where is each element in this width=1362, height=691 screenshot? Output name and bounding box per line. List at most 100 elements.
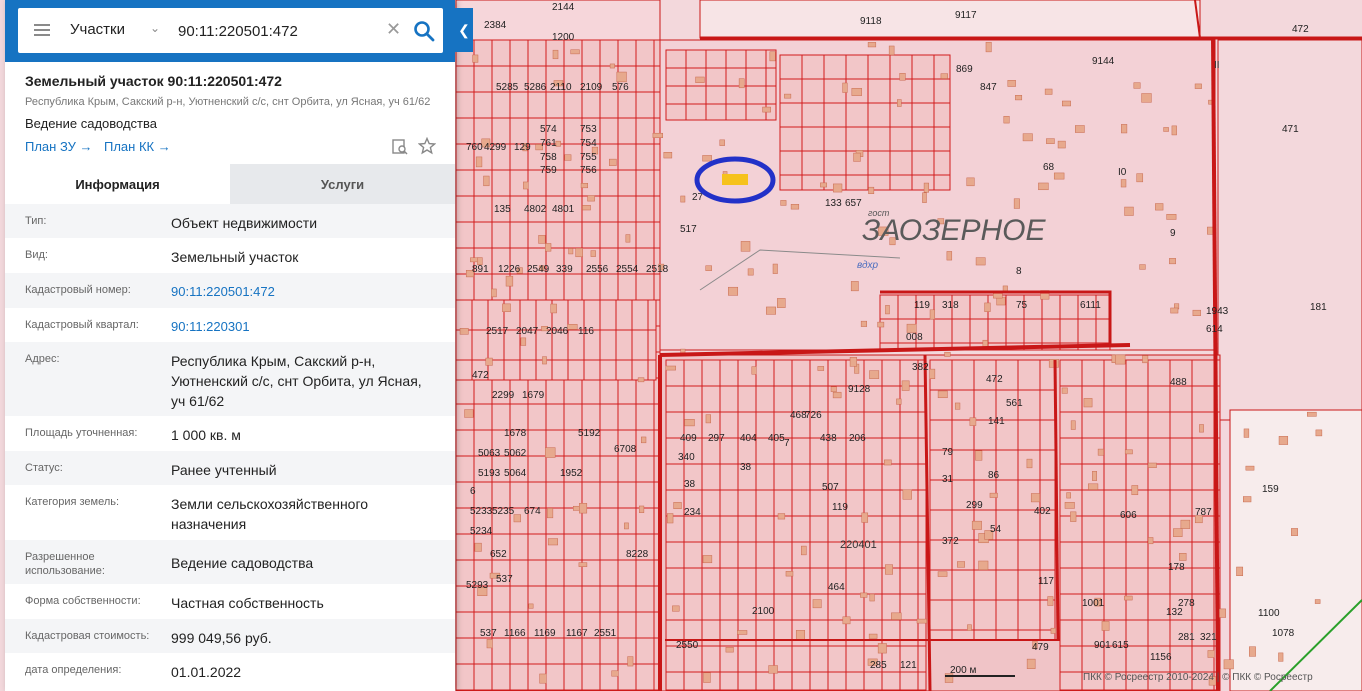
building bbox=[663, 152, 673, 159]
parcel bbox=[509, 663, 529, 691]
building bbox=[1207, 650, 1215, 658]
parcel bbox=[951, 449, 975, 481]
parcel bbox=[809, 489, 829, 517]
parcel bbox=[863, 671, 883, 691]
search-icon[interactable] bbox=[413, 20, 435, 42]
parcel bbox=[911, 174, 935, 191]
building bbox=[954, 402, 961, 410]
parcel bbox=[455, 273, 475, 301]
table-row: дата определения: 01.01.2022 bbox=[5, 653, 455, 691]
parcel bbox=[701, 567, 721, 595]
parcel bbox=[779, 174, 803, 191]
building bbox=[869, 370, 880, 379]
parcel bbox=[509, 637, 529, 665]
parcel bbox=[647, 299, 657, 331]
parcel bbox=[1059, 619, 1083, 647]
collapse-panel-button[interactable]: ❮ bbox=[455, 8, 473, 52]
layer-select[interactable]: Участки bbox=[70, 21, 125, 38]
parcel bbox=[1077, 318, 1097, 344]
building bbox=[929, 368, 936, 379]
parcel bbox=[705, 85, 727, 105]
tab-info[interactable]: Информация bbox=[5, 164, 230, 204]
document-search-icon[interactable] bbox=[391, 138, 409, 156]
parcel bbox=[1017, 629, 1041, 641]
parcel bbox=[745, 49, 767, 69]
parcel bbox=[899, 593, 919, 621]
parcel bbox=[455, 377, 475, 405]
cadastral-number-link[interactable]: 90:11:220501:472 bbox=[171, 282, 441, 302]
parcel bbox=[899, 567, 919, 595]
parcel bbox=[527, 221, 547, 249]
map-number-label: 8 bbox=[1016, 266, 1022, 277]
parcel bbox=[581, 403, 601, 431]
parcel bbox=[599, 559, 619, 587]
chevron-down-icon[interactable]: ⌄ bbox=[150, 21, 160, 35]
parcel bbox=[635, 91, 655, 119]
parcel bbox=[719, 593, 739, 621]
parcel bbox=[911, 54, 935, 80]
close-icon[interactable]: ✕ bbox=[386, 19, 401, 40]
parcel bbox=[911, 78, 935, 104]
building bbox=[719, 139, 725, 146]
building bbox=[1050, 627, 1056, 634]
building bbox=[1166, 214, 1177, 220]
building bbox=[1223, 659, 1234, 670]
building bbox=[587, 195, 595, 202]
star-icon[interactable] bbox=[418, 137, 436, 155]
parcel bbox=[527, 481, 547, 509]
parcel bbox=[635, 169, 655, 197]
parcel bbox=[491, 663, 511, 691]
building bbox=[568, 248, 574, 255]
map-number-label: 278 bbox=[1178, 598, 1195, 609]
map-number-label: 2110 bbox=[550, 82, 572, 93]
plan-zu-link[interactable]: План ЗУ → bbox=[25, 139, 93, 154]
building bbox=[766, 306, 776, 315]
map-copyright: ПКК © Росреестр 2010-2024 | © ПКК © Роср… bbox=[1083, 672, 1313, 683]
parcel bbox=[1059, 294, 1079, 320]
selected-parcel[interactable] bbox=[722, 174, 748, 185]
map-number-label: 1678 bbox=[504, 428, 527, 439]
plan-kk-link[interactable]: План КК → bbox=[104, 139, 171, 154]
parcel bbox=[779, 102, 803, 128]
parcel bbox=[881, 619, 901, 647]
menu-icon[interactable] bbox=[34, 24, 50, 36]
building bbox=[1120, 179, 1127, 188]
parcel bbox=[599, 143, 619, 171]
parcel bbox=[845, 593, 865, 621]
parcel bbox=[701, 645, 721, 673]
parcel bbox=[1059, 593, 1083, 621]
row-label: Статус: bbox=[25, 462, 63, 474]
building bbox=[860, 592, 868, 598]
parcel bbox=[1059, 541, 1083, 569]
cadastral-quarter-link[interactable]: 90:11:220301 bbox=[171, 317, 441, 337]
building bbox=[539, 673, 547, 684]
parcel bbox=[881, 359, 901, 387]
tab-services[interactable]: Услуги bbox=[230, 164, 455, 204]
parcel bbox=[779, 150, 803, 176]
building bbox=[1061, 387, 1068, 394]
parcel bbox=[653, 143, 661, 171]
parcel bbox=[791, 385, 811, 413]
map-number-label: 86 bbox=[988, 470, 1000, 481]
map-number-label: 7 bbox=[784, 438, 790, 449]
search-input[interactable] bbox=[176, 8, 385, 55]
parcel bbox=[599, 273, 619, 301]
building bbox=[869, 593, 875, 602]
map-number-label: 4299 bbox=[484, 142, 507, 153]
building bbox=[784, 93, 792, 99]
parcel bbox=[933, 174, 951, 191]
parcel bbox=[987, 318, 1007, 344]
parcel bbox=[725, 103, 747, 121]
building bbox=[830, 386, 837, 392]
map-number-label: 847 bbox=[980, 82, 997, 93]
parcel bbox=[1147, 541, 1171, 569]
parcel bbox=[617, 143, 637, 171]
parcel bbox=[1059, 463, 1083, 491]
building bbox=[1307, 411, 1317, 417]
parcel bbox=[773, 489, 793, 517]
row-value: 1 000 кв. м bbox=[171, 427, 241, 443]
building bbox=[777, 298, 786, 308]
map-number-label: 133 bbox=[825, 198, 842, 209]
parcel-area bbox=[699, 0, 1201, 39]
building bbox=[570, 49, 580, 55]
